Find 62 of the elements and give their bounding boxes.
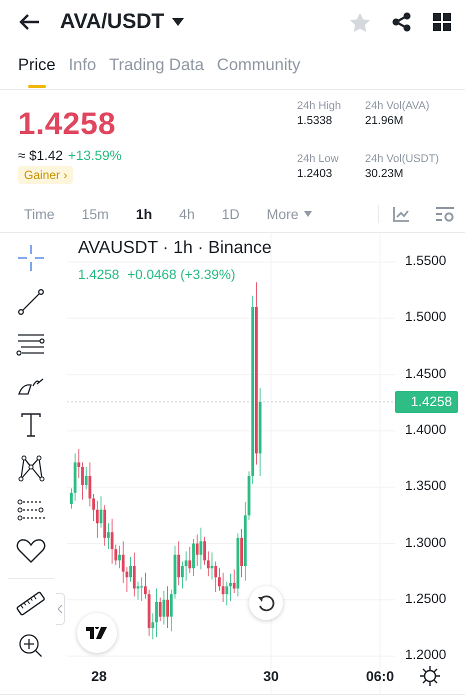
last-price: 1.4258	[18, 106, 116, 142]
ruler-icon[interactable]	[16, 591, 46, 617]
pair-title[interactable]: AVA/USDT	[60, 10, 164, 34]
gainer-tag[interactable]: Gainer ›	[18, 166, 74, 184]
stat-label: 24h Vol(USDT)	[365, 153, 440, 165]
star-icon[interactable]	[350, 12, 370, 32]
price-axis-label: 1.2500	[405, 590, 446, 606]
stat-value: 30.23M	[365, 168, 404, 180]
fibonacci-icon[interactable]	[17, 498, 45, 522]
time-axis-label: 28	[91, 668, 107, 684]
reset-chart-button[interactable]	[249, 586, 283, 620]
text-tool-icon[interactable]	[20, 412, 42, 438]
tab[interactable]: Trading Data	[109, 44, 204, 89]
interval-tab[interactable]: 15m	[72, 206, 119, 222]
usd-price: ≈ $1.42	[18, 148, 63, 163]
price-change: +0.0468 (+3.39%)	[127, 267, 236, 282]
time-axis-label: 06:0	[366, 668, 394, 684]
indicator-settings-icon[interactable]	[435, 206, 455, 222]
last-price-label: 1.4258	[395, 390, 458, 413]
chart-type-icon[interactable]	[393, 206, 409, 222]
crosshair-icon[interactable]	[17, 244, 45, 272]
tab[interactable]: Info	[68, 44, 96, 89]
stat-value: 21.96M	[365, 115, 404, 127]
grid-icon[interactable]	[433, 13, 451, 31]
price-axis-label: 1.5000	[405, 309, 446, 324]
share-icon[interactable]	[392, 12, 411, 32]
settings-icon[interactable]	[419, 665, 441, 687]
logo-button[interactable]	[77, 613, 117, 653]
caret-down-icon	[304, 211, 312, 217]
collapse-toolbar-handle[interactable]	[56, 593, 65, 625]
price-axis-label: 1.3000	[405, 534, 446, 550]
logo-icon	[86, 627, 108, 639]
price-axis-label: 1.2000	[405, 647, 446, 662]
stat-value: 1.5338	[297, 115, 334, 127]
horizontal-lines-icon[interactable]	[16, 332, 46, 356]
tab[interactable]: Price	[18, 44, 56, 89]
interval-tab[interactable]: 1D	[212, 206, 250, 222]
price-axis-label: 1.3500	[405, 478, 446, 494]
chevron-left-icon	[58, 605, 62, 613]
more-menu[interactable]: More	[256, 206, 322, 222]
tab[interactable]: Community	[216, 44, 300, 89]
price-axis-label: 1.5500	[405, 253, 446, 268]
heart-icon[interactable]	[16, 538, 46, 564]
close-price: 1.4258	[78, 267, 120, 282]
price-change: +13.59%	[68, 148, 122, 163]
reset-icon	[257, 594, 275, 612]
pattern-icon[interactable]	[17, 454, 45, 482]
stat-value: 1.2403	[297, 168, 334, 180]
price-axis-label: 1.4000	[405, 422, 446, 437]
chart-legend: AVAUSDT · 1h · Binance	[78, 237, 272, 258]
interval-tab[interactable]: Time	[14, 206, 65, 222]
time-axis-label: 30	[263, 668, 279, 684]
interval-tab[interactable]: 1h	[126, 206, 162, 222]
back-arrow-icon[interactable]	[18, 13, 40, 31]
stat-label: 24h High	[297, 100, 342, 112]
price-axis-label: 1.4500	[405, 366, 446, 381]
interval-tab[interactable]: 4h	[169, 206, 205, 222]
zoom-in-icon[interactable]	[18, 633, 44, 659]
trend-line-icon[interactable]	[17, 288, 45, 316]
caret-down-icon[interactable]	[172, 18, 184, 26]
stat-label: 24h Low	[297, 153, 340, 165]
stat-label: 24h Vol(AVA)	[365, 100, 430, 112]
